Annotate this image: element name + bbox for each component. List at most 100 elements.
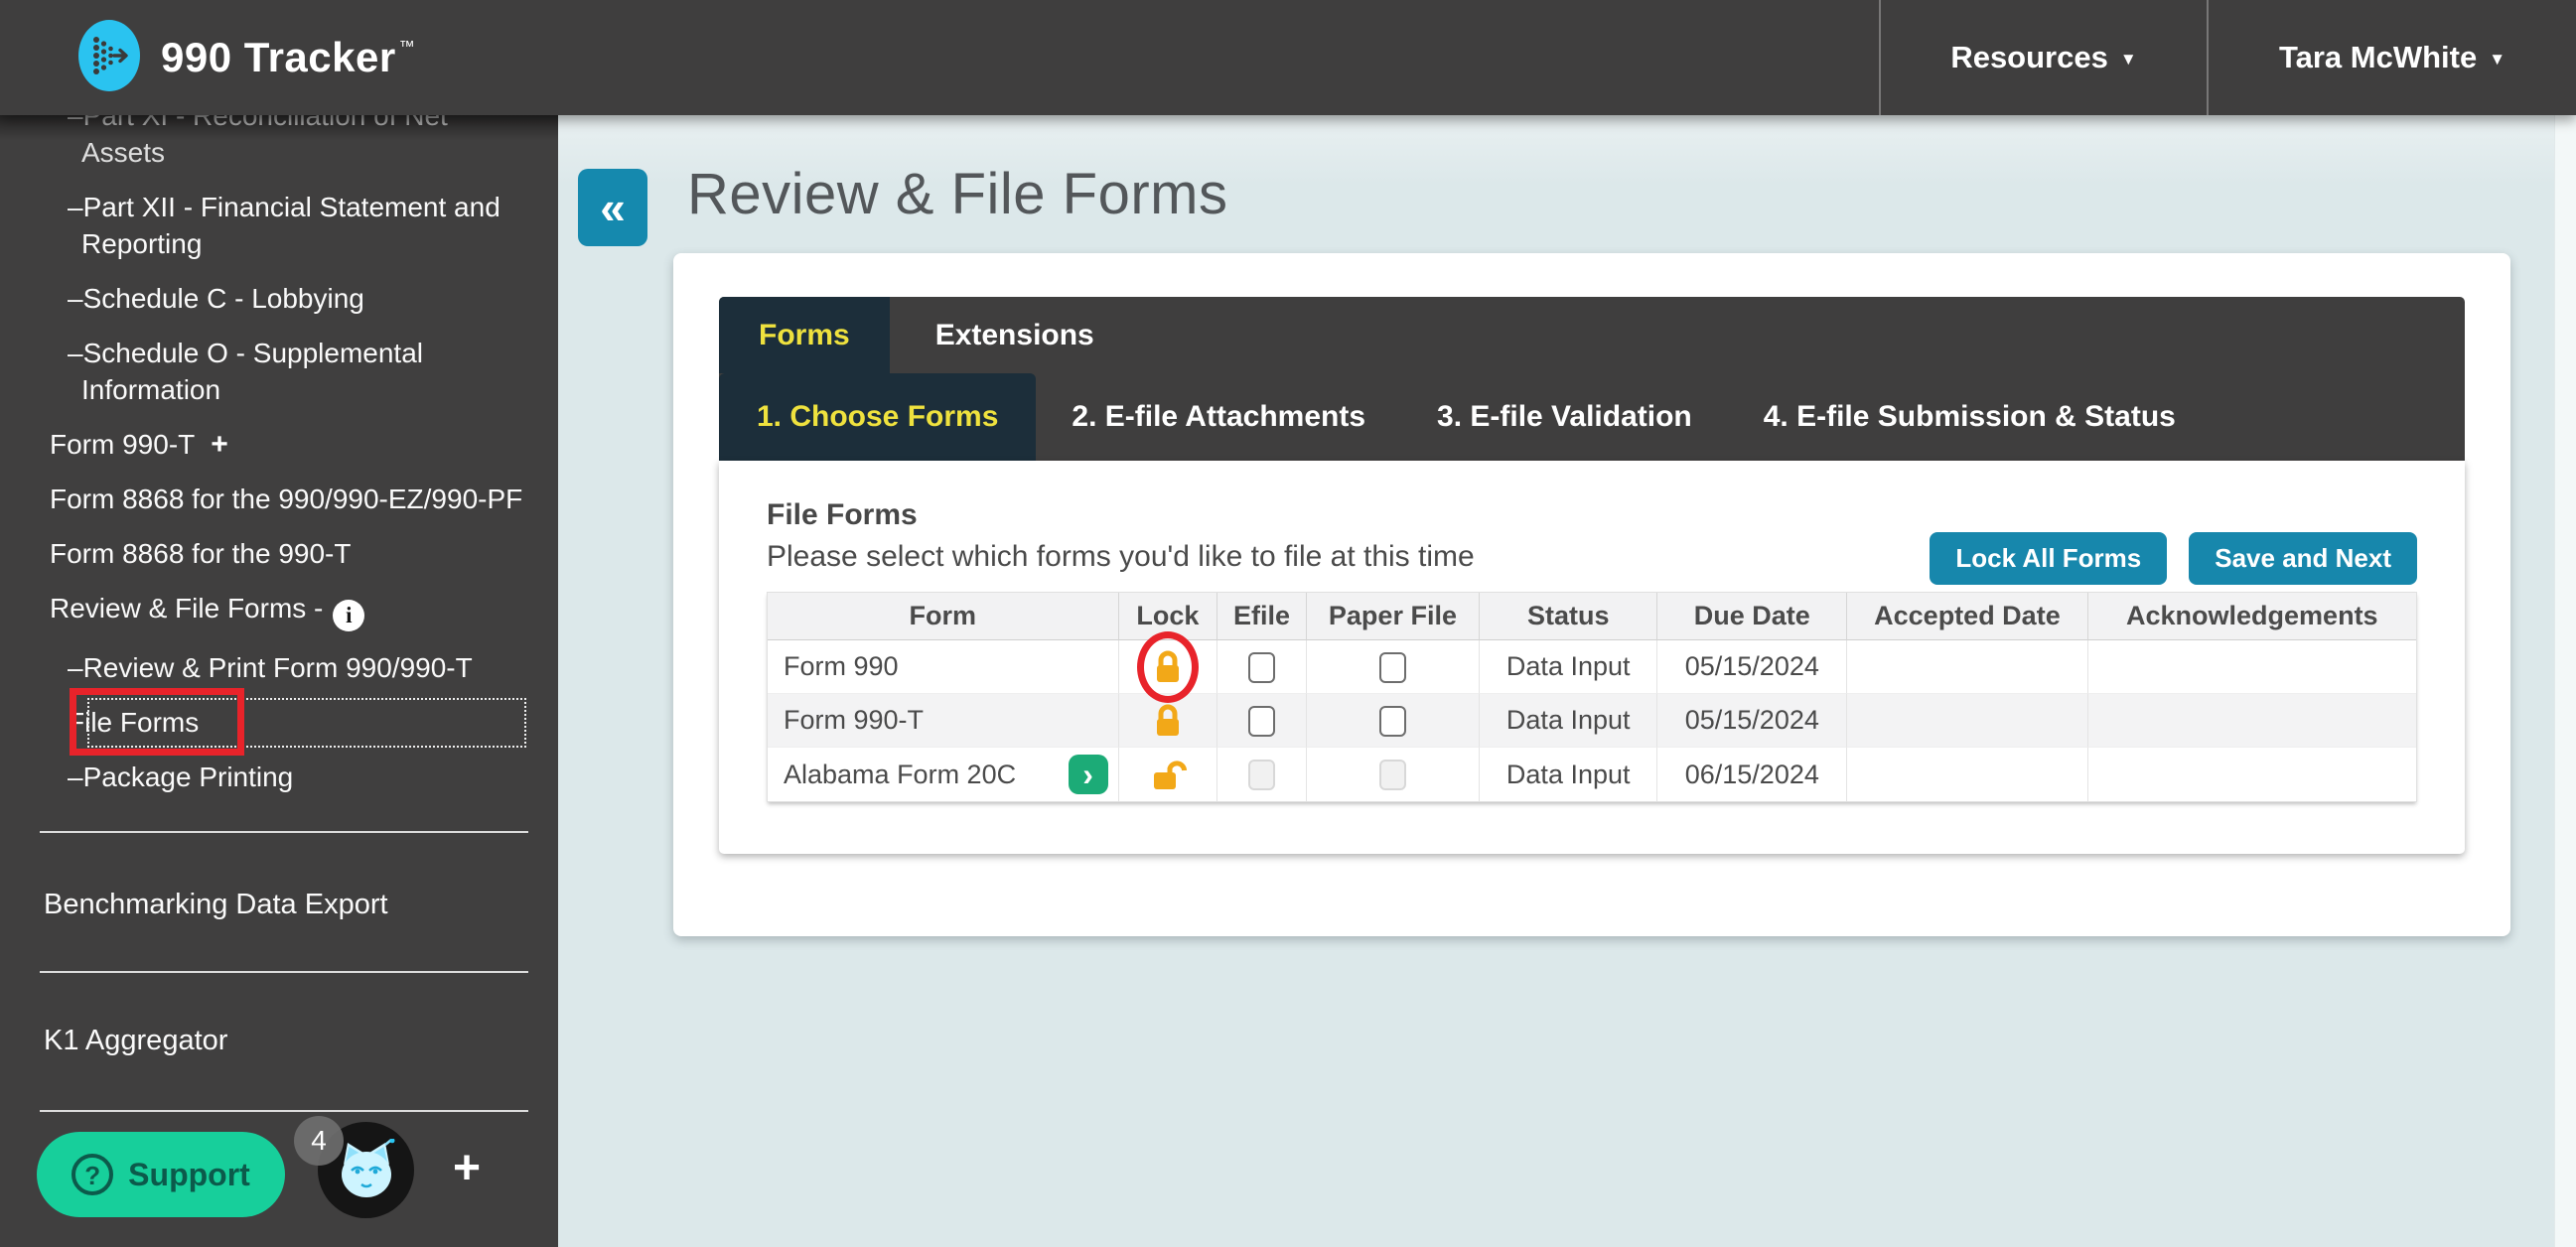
acknowledgements-cell	[2088, 694, 2416, 748]
col-header-efile: Efile	[1217, 593, 1307, 640]
primary-tab-bar: Forms Extensions	[719, 297, 2465, 373]
chevron-down-icon: ▼	[2120, 50, 2137, 69]
unlock-icon	[1146, 754, 1190, 795]
col-header-form: Form	[768, 593, 1119, 640]
accepted-date-cell	[1847, 640, 2087, 694]
info-icon[interactable]: i	[333, 600, 364, 631]
forms-table: Form Lock Efile Paper File Status Due Da…	[768, 593, 2416, 801]
paper-file-checkbox[interactable]	[1379, 706, 1406, 737]
question-mark-icon: ?	[72, 1154, 113, 1195]
save-and-next-button[interactable]: Save and Next	[2189, 532, 2417, 585]
paper-file-cell	[1307, 748, 1480, 801]
page-title: Review & File Forms	[687, 161, 1227, 227]
lock-cell[interactable]	[1119, 640, 1218, 694]
brand[interactable]: 990 Tracker™	[0, 19, 415, 97]
sidebar-item-schedule-o[interactable]: –Schedule O - Supplemental Information	[0, 335, 558, 408]
table-row-form-990t: Form 990-T Data Input 05/15/2024	[768, 694, 2416, 748]
forms-table-wrap: Form Lock Efile Paper File Status Due Da…	[767, 592, 2417, 802]
brand-trademark: ™	[399, 39, 415, 56]
due-date-cell: 05/15/2024	[1657, 694, 1847, 748]
paper-file-checkbox-disabled	[1379, 760, 1406, 790]
sidebar-item-part-xi[interactable]: –Part XI - Reconciliation of Net Assets	[0, 115, 558, 171]
chevron-right-icon: ›	[1082, 757, 1093, 792]
acknowledgements-cell	[2088, 640, 2416, 694]
support-button[interactable]: ? Support	[37, 1132, 285, 1217]
form-name-cell: Form 990-T	[768, 694, 1119, 748]
efile-cell	[1217, 748, 1307, 801]
status-cell: Data Input	[1480, 748, 1657, 801]
accepted-date-cell	[1847, 748, 2087, 801]
col-header-accepted-date: Accepted Date	[1847, 593, 2087, 640]
sidebar-item-form-8868-990t[interactable]: Form 8868 for the 990-T	[0, 535, 558, 572]
paper-file-cell	[1307, 640, 1480, 694]
resources-menu[interactable]: Resources ▼	[1879, 0, 2207, 115]
sidebar-divider	[40, 831, 528, 833]
col-header-lock: Lock	[1119, 593, 1218, 640]
plus-icon[interactable]: +	[211, 428, 228, 461]
tab-forms[interactable]: Forms	[719, 297, 890, 373]
sidebar-item-form-8868-990[interactable]: Form 8868 for the 990/990-EZ/990-PF	[0, 481, 558, 517]
tab-step-efile-submission[interactable]: 4. E-file Submission & Status	[1728, 373, 2212, 461]
lock-icon	[1148, 700, 1188, 742]
scrollbar[interactable]	[2554, 115, 2576, 1247]
efile-checkbox[interactable]	[1248, 652, 1275, 683]
table-row-alabama-20c: Alabama Form 20C › Data	[768, 748, 2416, 801]
cat-avatar-icon	[334, 1139, 399, 1202]
efile-cell	[1217, 640, 1307, 694]
sidebar-item-part-xii[interactable]: –Part XII - Financial Statement and Repo…	[0, 189, 558, 262]
expand-row-button[interactable]: ›	[1069, 755, 1108, 794]
acknowledgements-cell	[2088, 748, 2416, 801]
lock-icon	[1148, 646, 1188, 688]
header-menu: Resources ▼ Tara McWhite ▼	[1879, 0, 2576, 115]
support-label: Support	[128, 1157, 250, 1193]
sidebar: –Part XI - Reconciliation of Net Assets …	[0, 115, 558, 1247]
efile-cell	[1217, 694, 1307, 748]
sidebar-item-form-990t[interactable]: Form 990-T+	[0, 426, 558, 463]
brand-name: 990 Tracker	[161, 34, 396, 80]
table-row-form-990: Form 990 Data Input 05/	[768, 640, 2416, 694]
panel-actions: Lock All Forms Save and Next	[1930, 532, 2417, 585]
due-date-cell: 05/15/2024	[1657, 640, 1847, 694]
plus-icon[interactable]: +	[453, 1150, 481, 1186]
steps-tab-bar: 1. Choose Forms 2. E-file Attachments 3.…	[719, 373, 2465, 461]
lock-all-forms-button[interactable]: Lock All Forms	[1930, 532, 2167, 585]
sidebar-item-review-file-forms[interactable]: Review & File Forms -i	[0, 590, 558, 631]
app-window: 990 Tracker™ Resources ▼ Tara McWhite ▼ …	[0, 0, 2576, 1247]
tab-step-efile-attachments[interactable]: 2. E-file Attachments	[1036, 373, 1401, 461]
accepted-date-cell	[1847, 694, 2087, 748]
review-file-forms-card: Forms Extensions 1. Choose Forms 2. E-fi…	[673, 253, 2510, 936]
tab-step-efile-validation[interactable]: 3. E-file Validation	[1401, 373, 1728, 461]
lock-cell[interactable]	[1119, 694, 1218, 748]
sidebar-item-schedule-c[interactable]: –Schedule C - Lobbying	[0, 280, 558, 317]
tab-step-choose-forms[interactable]: 1. Choose Forms	[719, 373, 1036, 461]
user-menu[interactable]: Tara McWhite ▼	[2207, 0, 2576, 115]
user-name: Tara McWhite	[2279, 40, 2477, 75]
paper-file-checkbox[interactable]	[1379, 652, 1406, 683]
sidebar-item-package-printing[interactable]: –Package Printing	[0, 759, 558, 795]
file-forms-panel: File Forms Please select which forms you…	[719, 461, 2465, 854]
efile-checkbox-disabled	[1248, 760, 1275, 790]
table-header-row: Form Lock Efile Paper File Status Due Da…	[768, 593, 2416, 640]
notification-badge: 4	[294, 1116, 344, 1166]
panel-heading: File Forms	[767, 498, 2417, 532]
lock-cell[interactable]	[1119, 748, 1218, 801]
due-date-cell: 06/15/2024	[1657, 748, 1847, 801]
tab-extensions[interactable]: Extensions	[890, 297, 1140, 373]
form-name-cell: Alabama Form 20C ›	[768, 748, 1119, 801]
sidebar-item-review-print[interactable]: –Review & Print Form 990/990-T	[0, 649, 558, 686]
col-header-paper-file: Paper File	[1307, 593, 1480, 640]
logo-icon	[77, 19, 141, 97]
sidebar-item-file-forms[interactable]: File Forms	[0, 704, 558, 741]
app-header: 990 Tracker™ Resources ▼ Tara McWhite ▼	[0, 0, 2576, 115]
sidebar-nav: –Part XI - Reconciliation of Net Assets …	[0, 115, 558, 795]
sidebar-item-benchmarking[interactable]: Benchmarking Data Export	[0, 887, 558, 923]
sidebar-divider	[40, 971, 528, 973]
col-header-status: Status	[1480, 593, 1657, 640]
double-chevron-left-icon: «	[600, 182, 626, 233]
paper-file-cell	[1307, 694, 1480, 748]
collapse-sidebar-button[interactable]: «	[578, 169, 647, 246]
sidebar-item-k1-aggregator[interactable]: K1 Aggregator	[0, 1023, 558, 1059]
efile-checkbox[interactable]	[1248, 706, 1275, 737]
form-name-cell: Form 990	[768, 640, 1119, 694]
resources-label: Resources	[1950, 40, 2108, 75]
